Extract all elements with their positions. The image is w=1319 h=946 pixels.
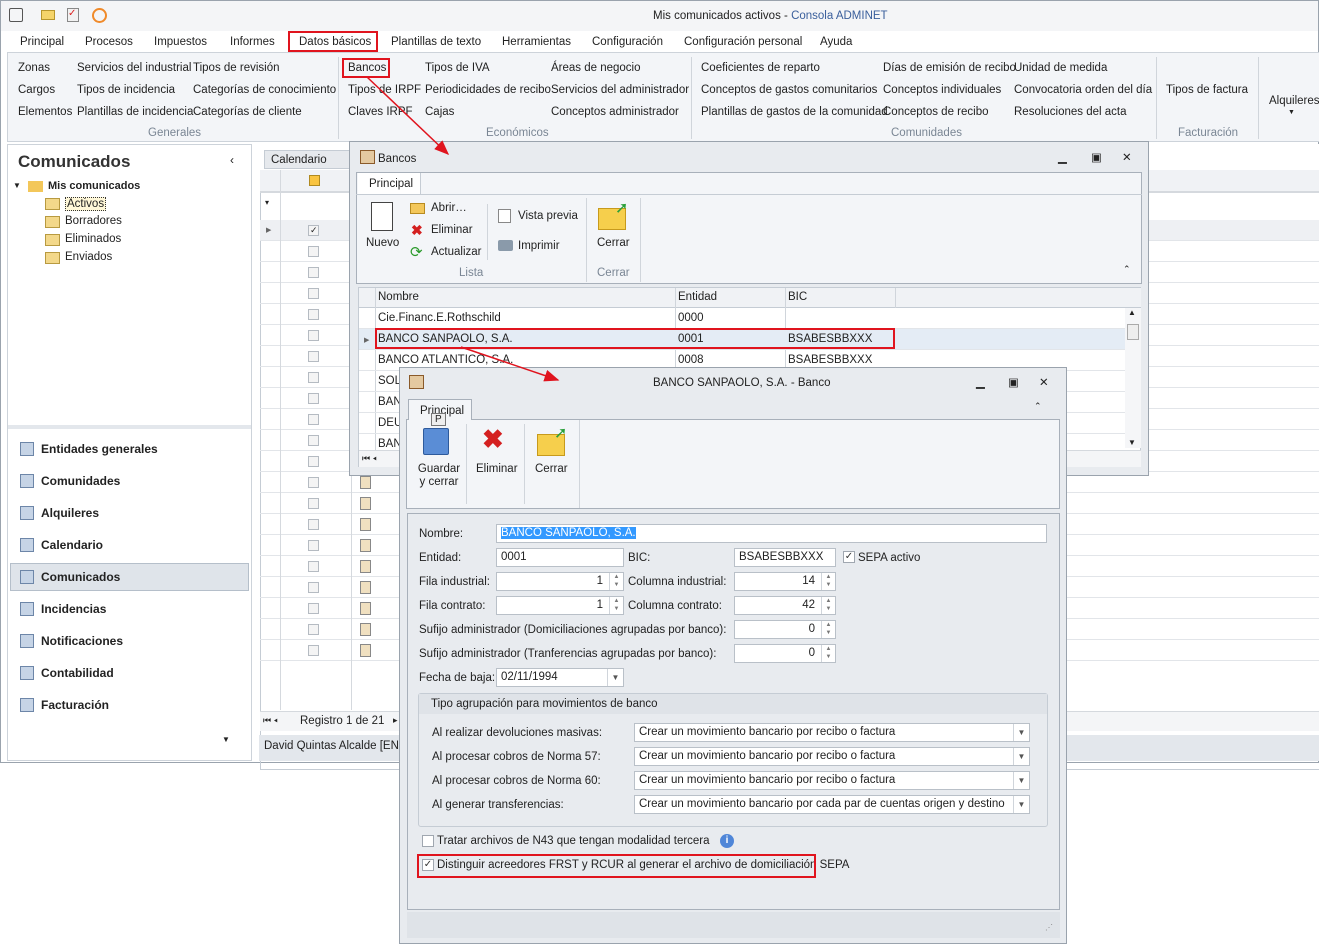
arrow-banco-row [460,346,560,382]
arrow-bancos [366,76,450,156]
annotation-arrows [366,76,560,382]
